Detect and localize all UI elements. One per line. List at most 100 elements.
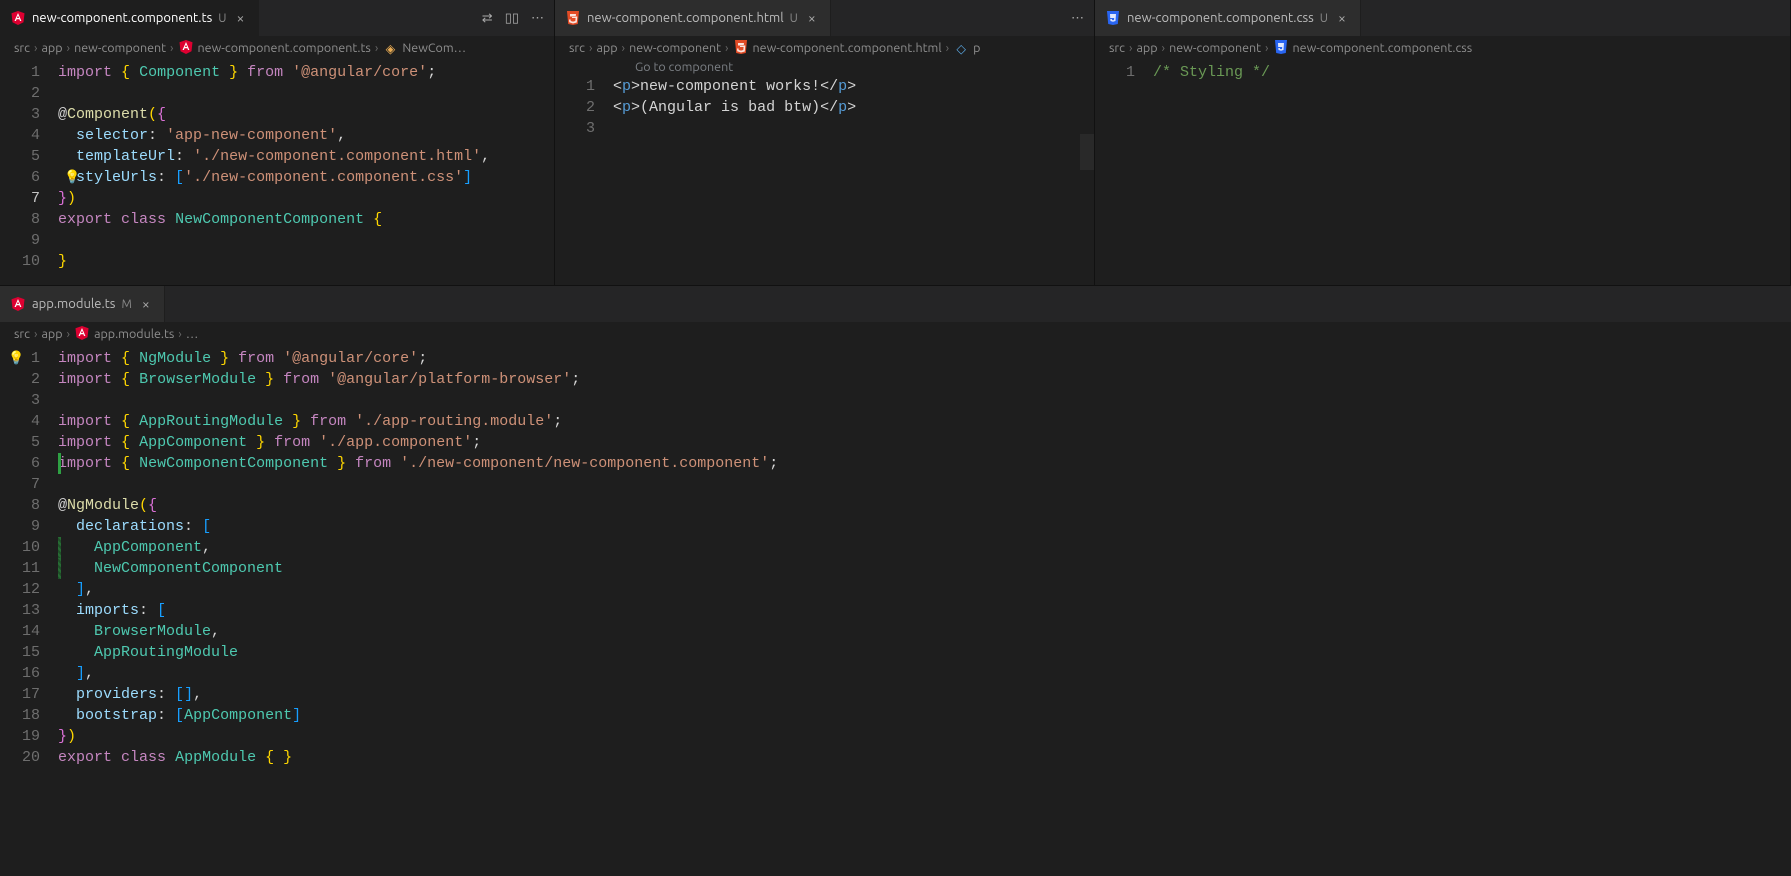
code-line[interactable]: 3	[0, 390, 1791, 411]
code-content[interactable]: export class NewComponentComponent {	[58, 209, 382, 230]
tab-close-icon[interactable]: ×	[232, 10, 248, 26]
code-line[interactable]: 9 declarations: [	[0, 516, 1791, 537]
code-content[interactable]: ],	[58, 579, 94, 600]
breadcrumb-segment[interactable]: src	[14, 327, 30, 341]
code-line[interactable]: 19})	[0, 726, 1791, 747]
breadcrumb-segment[interactable]: src	[14, 41, 30, 55]
lightbulb-icon[interactable]: 💡	[64, 167, 80, 188]
tab-close-icon[interactable]: ×	[1334, 10, 1350, 26]
code-content[interactable]: selector: 'app-new-component',	[58, 125, 346, 146]
breadcrumb-segment[interactable]: NewCom…	[402, 41, 466, 55]
code-line[interactable]: 9	[0, 230, 554, 251]
editor-tab[interactable]: new-component.component.tsU×	[0, 0, 259, 36]
code-line[interactable]: 10 AppComponent,	[0, 537, 1791, 558]
code-line[interactable]: 2import { BrowserModule } from '@angular…	[0, 369, 1791, 390]
code-content[interactable]: })	[58, 726, 76, 747]
breadcrumb-segment[interactable]: new-component	[1169, 41, 1261, 55]
more-icon[interactable]: ⋯	[531, 11, 544, 26]
code-line[interactable]: 4 selector: 'app-new-component',	[0, 125, 554, 146]
breadcrumb-segment[interactable]: app	[41, 327, 62, 341]
code-editor[interactable]: 1/* Styling */	[1095, 60, 1790, 83]
code-content[interactable]: import { Component } from '@angular/core…	[58, 62, 436, 83]
code-content[interactable]: import { BrowserModule } from '@angular/…	[58, 369, 580, 390]
code-line[interactable]: 2	[0, 83, 554, 104]
code-line[interactable]: 5import { AppComponent } from './app.com…	[0, 432, 1791, 453]
breadcrumb-segment[interactable]: src	[569, 41, 585, 55]
code-line[interactable]: 15 AppRoutingModule	[0, 642, 1791, 663]
code-content[interactable]: @Component({	[58, 104, 166, 125]
code-line[interactable]: 7	[0, 474, 1791, 495]
code-content[interactable]: /* Styling */	[1153, 62, 1270, 83]
breadcrumb-segment[interactable]: app.module.ts	[94, 327, 174, 341]
code-content[interactable]: import { NgModule } from '@angular/core'…	[58, 348, 427, 369]
breadcrumb[interactable]: src›app›new-component›new-component.comp…	[0, 36, 554, 60]
code-line[interactable]: 1import { NgModule } from '@angular/core…	[0, 348, 1791, 369]
breadcrumb-segment[interactable]: …	[186, 327, 198, 341]
code-content[interactable]: AppComponent,	[58, 537, 211, 558]
split-icon[interactable]: ▯▯	[505, 11, 519, 26]
code-content[interactable]: imports: [	[58, 600, 166, 621]
code-line[interactable]: 8@NgModule({	[0, 495, 1791, 516]
codelens-hint[interactable]: Go to component	[555, 60, 1094, 74]
editor-tab[interactable]: app.module.tsM×	[0, 286, 165, 322]
breadcrumb-segment[interactable]: app	[41, 41, 62, 55]
code-content[interactable]: @NgModule({	[58, 495, 157, 516]
code-line[interactable]: 12 ],	[0, 579, 1791, 600]
code-content[interactable]: <p>(Angular is bad btw)</p>	[613, 97, 856, 118]
code-content[interactable]: import { AppRoutingModule } from './app-…	[58, 411, 562, 432]
code-content[interactable]: NewComponentComponent	[58, 558, 283, 579]
editor-tab[interactable]: new-component.component.htmlU×	[555, 0, 831, 36]
code-line[interactable]: 5 templateUrl: './new-component.componen…	[0, 146, 554, 167]
code-content[interactable]: declarations: [	[58, 516, 211, 537]
compare-icon[interactable]: ⇄	[482, 11, 493, 26]
code-content[interactable]: export class AppModule { }	[58, 747, 292, 768]
code-content[interactable]: BrowserModule,	[58, 621, 220, 642]
breadcrumb-segment[interactable]: app	[596, 41, 617, 55]
editor-tab[interactable]: new-component.component.cssU×	[1095, 0, 1361, 36]
code-line[interactable]: 2<p>(Angular is bad btw)</p>	[555, 97, 1094, 118]
code-line[interactable]: 11 NewComponentComponent	[0, 558, 1791, 579]
code-editor[interactable]: 💡1import { NgModule } from '@angular/cor…	[0, 346, 1791, 768]
code-content[interactable]: import { AppComponent } from './app.comp…	[58, 432, 481, 453]
breadcrumb-segment[interactable]: app	[1136, 41, 1157, 55]
code-content[interactable]: }	[58, 251, 67, 272]
minimap[interactable]	[1080, 134, 1094, 170]
breadcrumb-segment[interactable]: new-component.component.css	[1293, 41, 1473, 55]
code-editor[interactable]: 1import { Component } from '@angular/cor…	[0, 60, 554, 272]
tab-close-icon[interactable]: ×	[804, 10, 820, 26]
code-content[interactable]: styleUrls: ['./new-component.component.c…	[58, 167, 472, 188]
breadcrumb-segment[interactable]: p	[973, 41, 980, 55]
code-content[interactable]: bootstrap: [AppComponent]	[58, 705, 301, 726]
code-content[interactable]: AppRoutingModule	[58, 642, 238, 663]
breadcrumb-segment[interactable]: src	[1109, 41, 1125, 55]
breadcrumb-segment[interactable]: new-component	[629, 41, 721, 55]
code-line[interactable]: 8export class NewComponentComponent {	[0, 209, 554, 230]
code-line[interactable]: 4import { AppRoutingModule } from './app…	[0, 411, 1791, 432]
code-line[interactable]: 10}	[0, 251, 554, 272]
code-line[interactable]: 16 ],	[0, 663, 1791, 684]
code-content[interactable]: providers: [],	[58, 684, 202, 705]
code-content[interactable]: ],	[58, 663, 94, 684]
code-line[interactable]: 1<p>new-component works!</p>	[555, 76, 1094, 97]
code-line[interactable]: 18 bootstrap: [AppComponent]	[0, 705, 1791, 726]
code-content[interactable]: <p>new-component works!</p>	[613, 76, 856, 97]
code-line[interactable]: 6 styleUrls: ['./new-component.component…	[0, 167, 554, 188]
code-line[interactable]: 1import { Component } from '@angular/cor…	[0, 62, 554, 83]
code-line[interactable]: 3@Component({	[0, 104, 554, 125]
code-line[interactable]: 17 providers: [],	[0, 684, 1791, 705]
breadcrumb[interactable]: src›app›new-component›new-component.comp…	[1095, 36, 1790, 60]
code-line[interactable]: 7})	[0, 188, 554, 209]
lightbulb-icon[interactable]: 💡	[8, 348, 24, 369]
breadcrumb-segment[interactable]: new-component.component.ts	[198, 41, 371, 55]
more-icon[interactable]: ⋯	[1071, 11, 1084, 26]
code-content[interactable]: templateUrl: './new-component.component.…	[58, 146, 490, 167]
breadcrumb[interactable]: src›app›new-component›new-component.comp…	[555, 36, 1094, 60]
breadcrumb[interactable]: src›app›app.module.ts›…	[0, 322, 1791, 346]
breadcrumb-segment[interactable]: new-component	[74, 41, 166, 55]
code-line[interactable]: 6import { NewComponentComponent } from '…	[0, 453, 1791, 474]
code-content[interactable]: })	[58, 188, 76, 209]
breadcrumb-segment[interactable]: new-component.component.html	[753, 41, 942, 55]
code-line[interactable]: 20export class AppModule { }	[0, 747, 1791, 768]
code-line[interactable]: 1/* Styling */	[1095, 62, 1790, 83]
code-editor[interactable]: 1<p>new-component works!</p>2<p>(Angular…	[555, 74, 1094, 139]
